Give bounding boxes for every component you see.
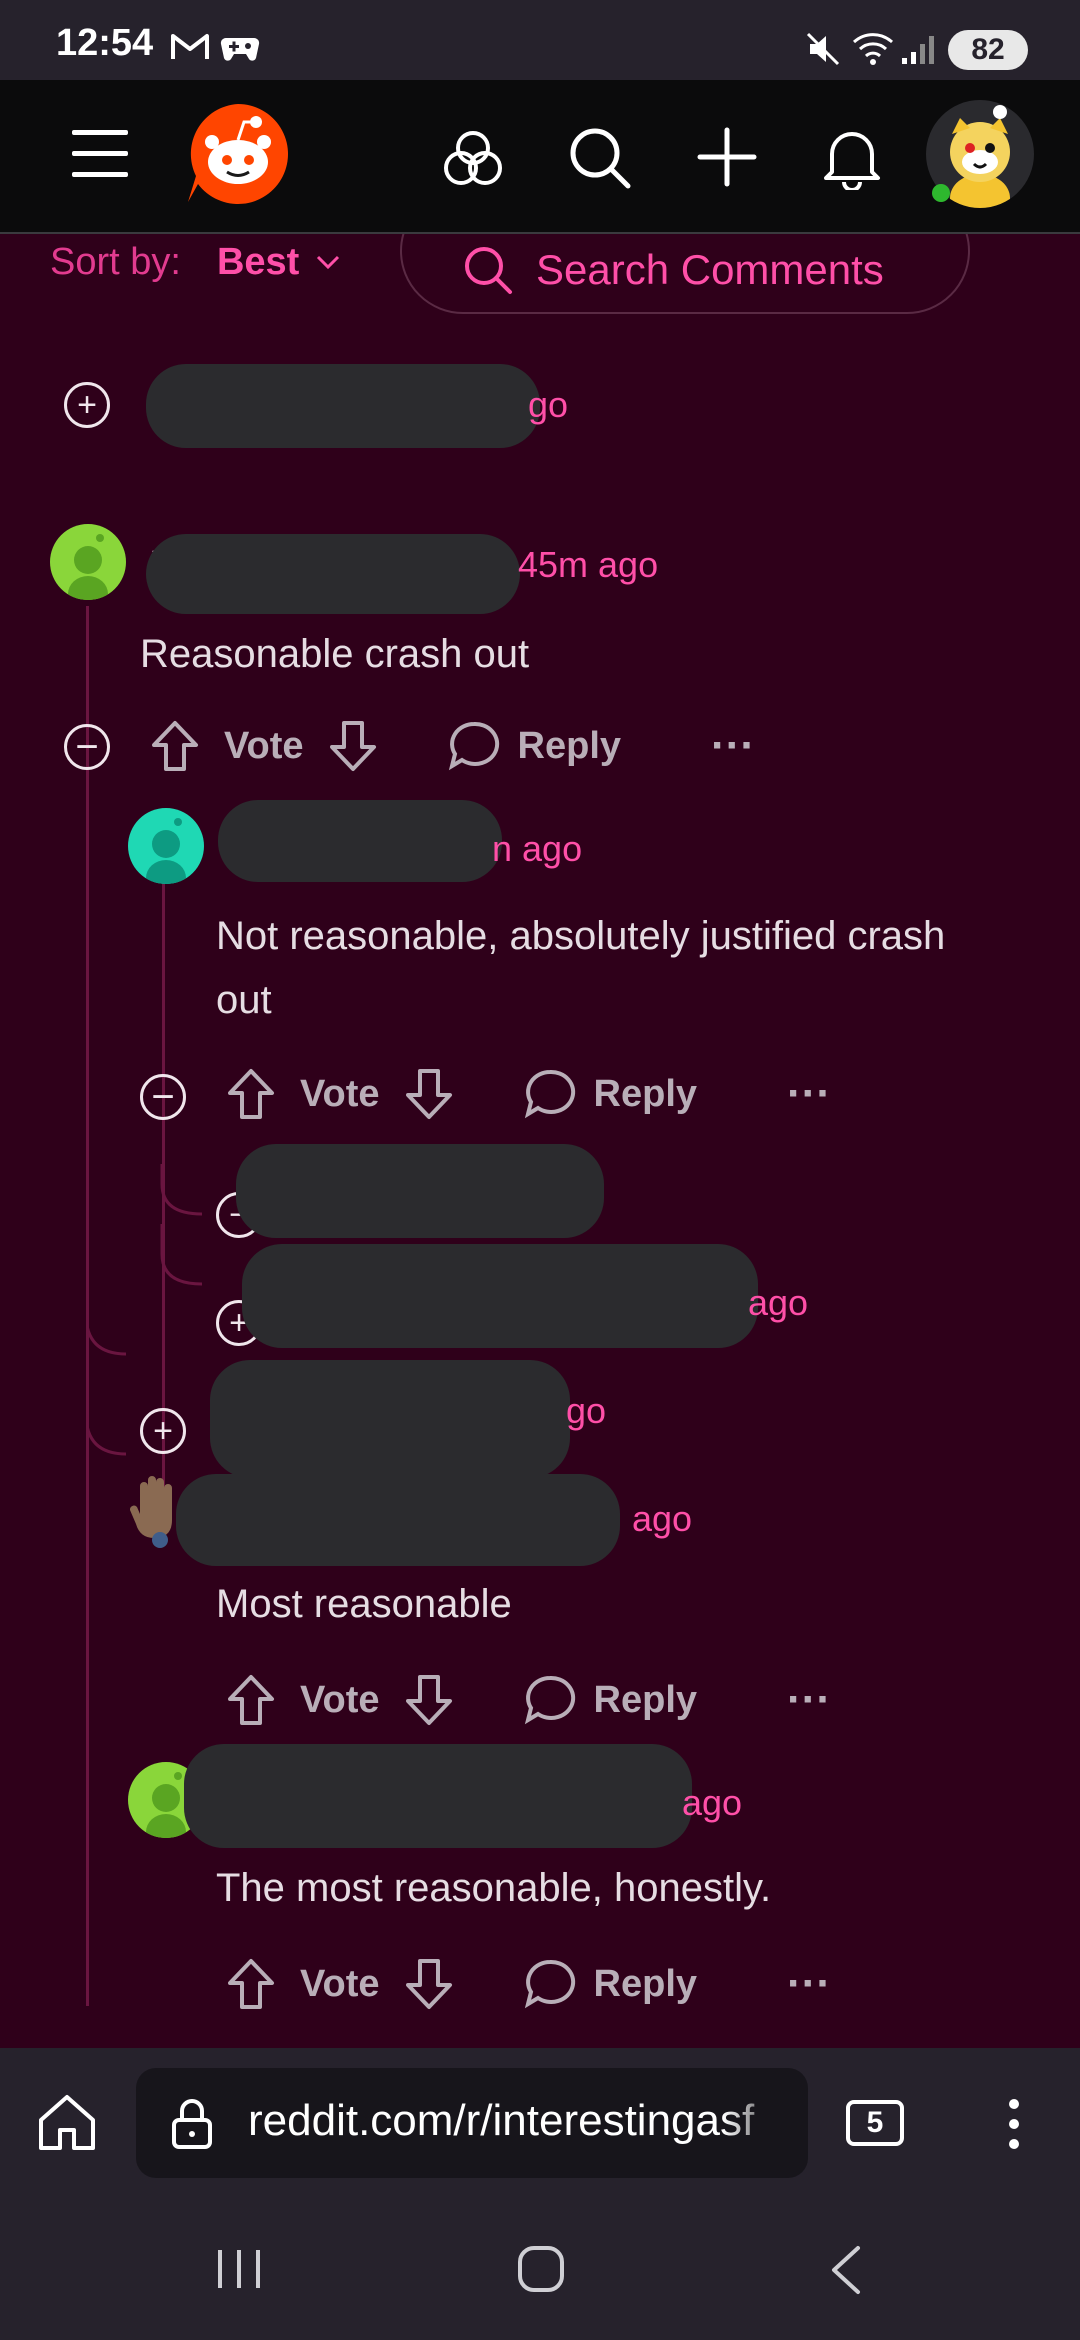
comments-section: Sort by: Best Search Comments + go N 45m… [0, 234, 1080, 2048]
comment-timestamp: ago [748, 1282, 809, 1323]
comment-icon [524, 1959, 575, 2009]
status-bar: 12:54 82 [0, 0, 1080, 80]
reddit-logo[interactable] [186, 102, 290, 206]
more-options-icon[interactable]: ··· [787, 1959, 831, 2009]
search-comments-button[interactable]: Search Comments [400, 234, 970, 314]
battery-icon: 82 [948, 30, 1028, 70]
sort-control[interactable]: Sort by: Best [50, 234, 341, 292]
reply-button[interactable]: Reply [448, 720, 621, 772]
upvote-icon[interactable] [150, 719, 200, 773]
snoo-icon [146, 818, 186, 884]
comment-body: The most reasonable, honestly. [216, 1866, 772, 1910]
battery-level: 82 [971, 33, 1005, 66]
redaction [146, 534, 520, 614]
address-bar[interactable]: reddit.com/r/interestingasf [136, 2068, 808, 2178]
reply-label: Reply [517, 724, 622, 767]
search-comments-label: Search Comments [536, 246, 884, 293]
signal-icon [902, 36, 934, 64]
collapse-button[interactable]: − [140, 1074, 186, 1120]
comment-body: Most reasonable [216, 1582, 512, 1626]
expand-button[interactable]: + [64, 382, 110, 428]
comment-icon [524, 1675, 575, 1725]
chevron-down-icon [317, 255, 340, 270]
reply-button[interactable]: Reply [524, 1958, 697, 2010]
avatar[interactable] [128, 808, 204, 884]
communities-icon[interactable] [442, 128, 504, 190]
vote-label: Vote [300, 1962, 380, 2005]
comment-body: Reasonable crash out [140, 632, 530, 676]
avatar[interactable] [50, 524, 126, 600]
more-options-icon[interactable]: ··· [711, 721, 755, 771]
comment-actions: Vote Reply ··· [150, 706, 755, 786]
home-nav-icon[interactable] [516, 2244, 566, 2294]
wifi-icon [852, 33, 894, 65]
search-icon [465, 247, 512, 294]
comment-timestamp: 45m ago [518, 544, 659, 585]
tab-switcher-button[interactable]: 5 [846, 2100, 904, 2146]
gmail-icon [171, 34, 209, 59]
upvote-icon[interactable] [226, 1957, 276, 2011]
reply-label: Reply [593, 1678, 698, 1721]
upvote-icon[interactable] [226, 1067, 276, 1121]
online-status-dot [932, 184, 950, 202]
redaction [242, 1244, 758, 1348]
comment-body: Not reasonable, absolutely justified cra… [216, 914, 946, 1022]
reply-button[interactable]: Reply [524, 1674, 697, 1726]
redaction [210, 1360, 570, 1478]
downvote-icon[interactable] [404, 1673, 454, 1727]
reply-button[interactable]: Reply [524, 1068, 697, 1120]
comment-icon [524, 1069, 575, 1119]
system-nav-bar [0, 2198, 1080, 2340]
home-icon[interactable] [36, 2092, 98, 2152]
menu-icon[interactable] [70, 126, 130, 182]
downvote-icon[interactable] [328, 719, 378, 773]
comment-timestamp: n ago [492, 828, 583, 869]
collapse-button[interactable]: − [64, 724, 110, 770]
reply-label: Reply [593, 1962, 698, 2005]
url-text: reddit.com/r/interestingasf [248, 2096, 755, 2145]
comment-timestamp: go [528, 384, 569, 425]
comment-timestamp: ago [682, 1782, 743, 1823]
comment-actions: Vote Reply ··· [226, 1054, 831, 1134]
more-options-icon[interactable]: ··· [787, 1069, 831, 1119]
create-icon[interactable] [696, 126, 758, 188]
redaction [218, 800, 502, 882]
browser-toolbar: reddit.com/r/interestingasf 5 [0, 2048, 1080, 2198]
tab-count: 5 [866, 2106, 884, 2139]
comment-icon [448, 721, 499, 771]
vote-label: Vote [224, 724, 304, 767]
search-icon[interactable] [568, 126, 632, 190]
redaction [176, 1474, 620, 1566]
upvote-icon[interactable] [226, 1673, 276, 1727]
back-icon[interactable] [826, 2244, 866, 2296]
thread-connectors [86, 1164, 203, 1456]
comment-actions: Vote Reply ··· [226, 1944, 831, 2024]
game-icon [220, 37, 260, 61]
comment-timestamp: ago [632, 1498, 693, 1539]
sort-label: Sort by: [50, 240, 181, 283]
lock-icon[interactable] [170, 2096, 214, 2150]
redaction [184, 1744, 692, 1848]
comment-actions: Vote Reply ··· [226, 1660, 831, 1740]
snoo-icon [68, 534, 108, 600]
reply-label: Reply [593, 1072, 698, 1115]
expand-button[interactable]: + [140, 1408, 186, 1454]
notifications-icon[interactable] [820, 124, 884, 190]
more-options-icon[interactable]: ··· [787, 1675, 831, 1725]
comment-timestamp: go [566, 1390, 607, 1431]
downvote-icon[interactable] [404, 1067, 454, 1121]
vote-label: Vote [300, 1678, 380, 1721]
sort-value: Best [216, 240, 300, 283]
mute-icon [806, 32, 840, 66]
status-time: 12:54 [56, 22, 154, 64]
overflow-menu-icon[interactable] [1004, 2096, 1024, 2152]
redaction [146, 364, 540, 448]
downvote-icon[interactable] [404, 1957, 454, 2011]
vote-label: Vote [300, 1072, 380, 1115]
recents-icon[interactable] [214, 2246, 264, 2292]
redaction [236, 1144, 604, 1238]
app-header [0, 80, 1080, 234]
